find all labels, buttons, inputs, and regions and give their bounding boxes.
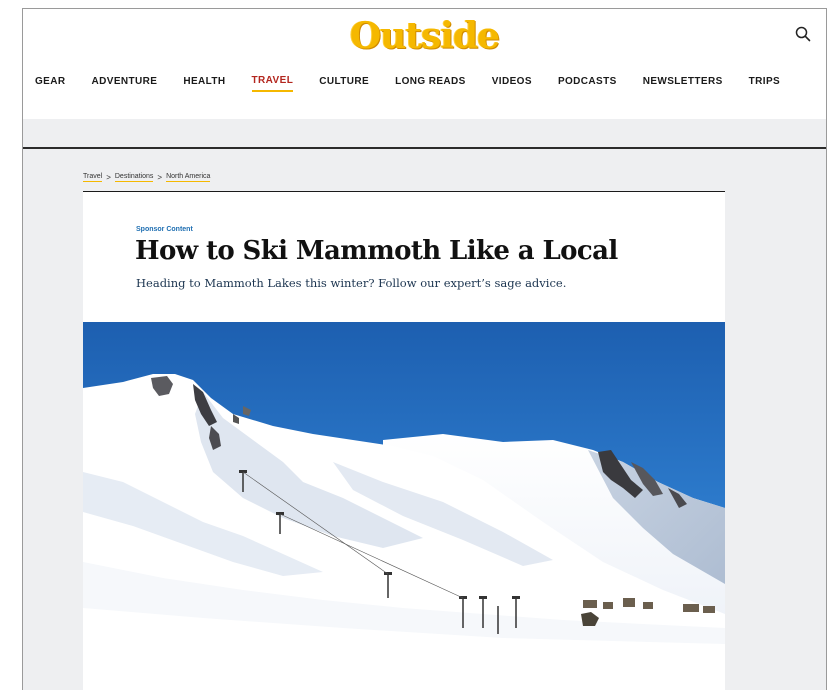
- main-nav: GEAR ADVENTURE HEALTH TRAVEL CULTURE LON…: [35, 75, 780, 92]
- nav-item-newsletters[interactable]: NEWSLETTERS: [643, 76, 723, 91]
- article-page: Travel > Destinations > North America Sp…: [23, 149, 826, 690]
- mountain-photo: [83, 322, 725, 684]
- browser-frame: Outside GEAR ADVENTURE HEALTH TRAVEL CUL…: [22, 8, 827, 690]
- header-band: [23, 119, 826, 147]
- nav-item-videos[interactable]: VIDEOS: [492, 76, 532, 91]
- breadcrumb: Travel > Destinations > North America: [83, 173, 211, 182]
- nav-item-podcasts[interactable]: PODCASTS: [558, 76, 617, 91]
- article-card: Sponsor Content How to Ski Mammoth Like …: [83, 191, 725, 690]
- article-title: How to Ski Mammoth Like a Local: [135, 236, 618, 266]
- nav-item-health[interactable]: HEALTH: [183, 76, 225, 91]
- hero-image: [83, 322, 725, 684]
- nav-item-long-reads[interactable]: LONG READS: [395, 76, 466, 91]
- breadcrumb-north-america[interactable]: North America: [166, 173, 211, 182]
- breadcrumb-separator: >: [106, 173, 111, 182]
- site-header: Outside GEAR ADVENTURE HEALTH TRAVEL CUL…: [23, 9, 826, 119]
- nav-item-gear[interactable]: GEAR: [35, 76, 66, 91]
- breadcrumb-travel[interactable]: Travel: [83, 173, 103, 182]
- article-subtitle: Heading to Mammoth Lakes this winter? Fo…: [136, 276, 567, 290]
- outside-logo[interactable]: Outside: [23, 15, 826, 57]
- nav-item-travel[interactable]: TRAVEL: [251, 75, 294, 92]
- nav-item-adventure[interactable]: ADVENTURE: [92, 76, 158, 91]
- breadcrumb-destinations[interactable]: Destinations: [114, 173, 154, 182]
- search-icon[interactable]: [794, 25, 812, 43]
- nav-item-culture[interactable]: CULTURE: [319, 76, 369, 91]
- breadcrumb-separator: >: [157, 173, 163, 182]
- sponsor-label[interactable]: Sponsor Content: [136, 226, 193, 233]
- nav-item-trips[interactable]: TRIPS: [749, 76, 780, 91]
